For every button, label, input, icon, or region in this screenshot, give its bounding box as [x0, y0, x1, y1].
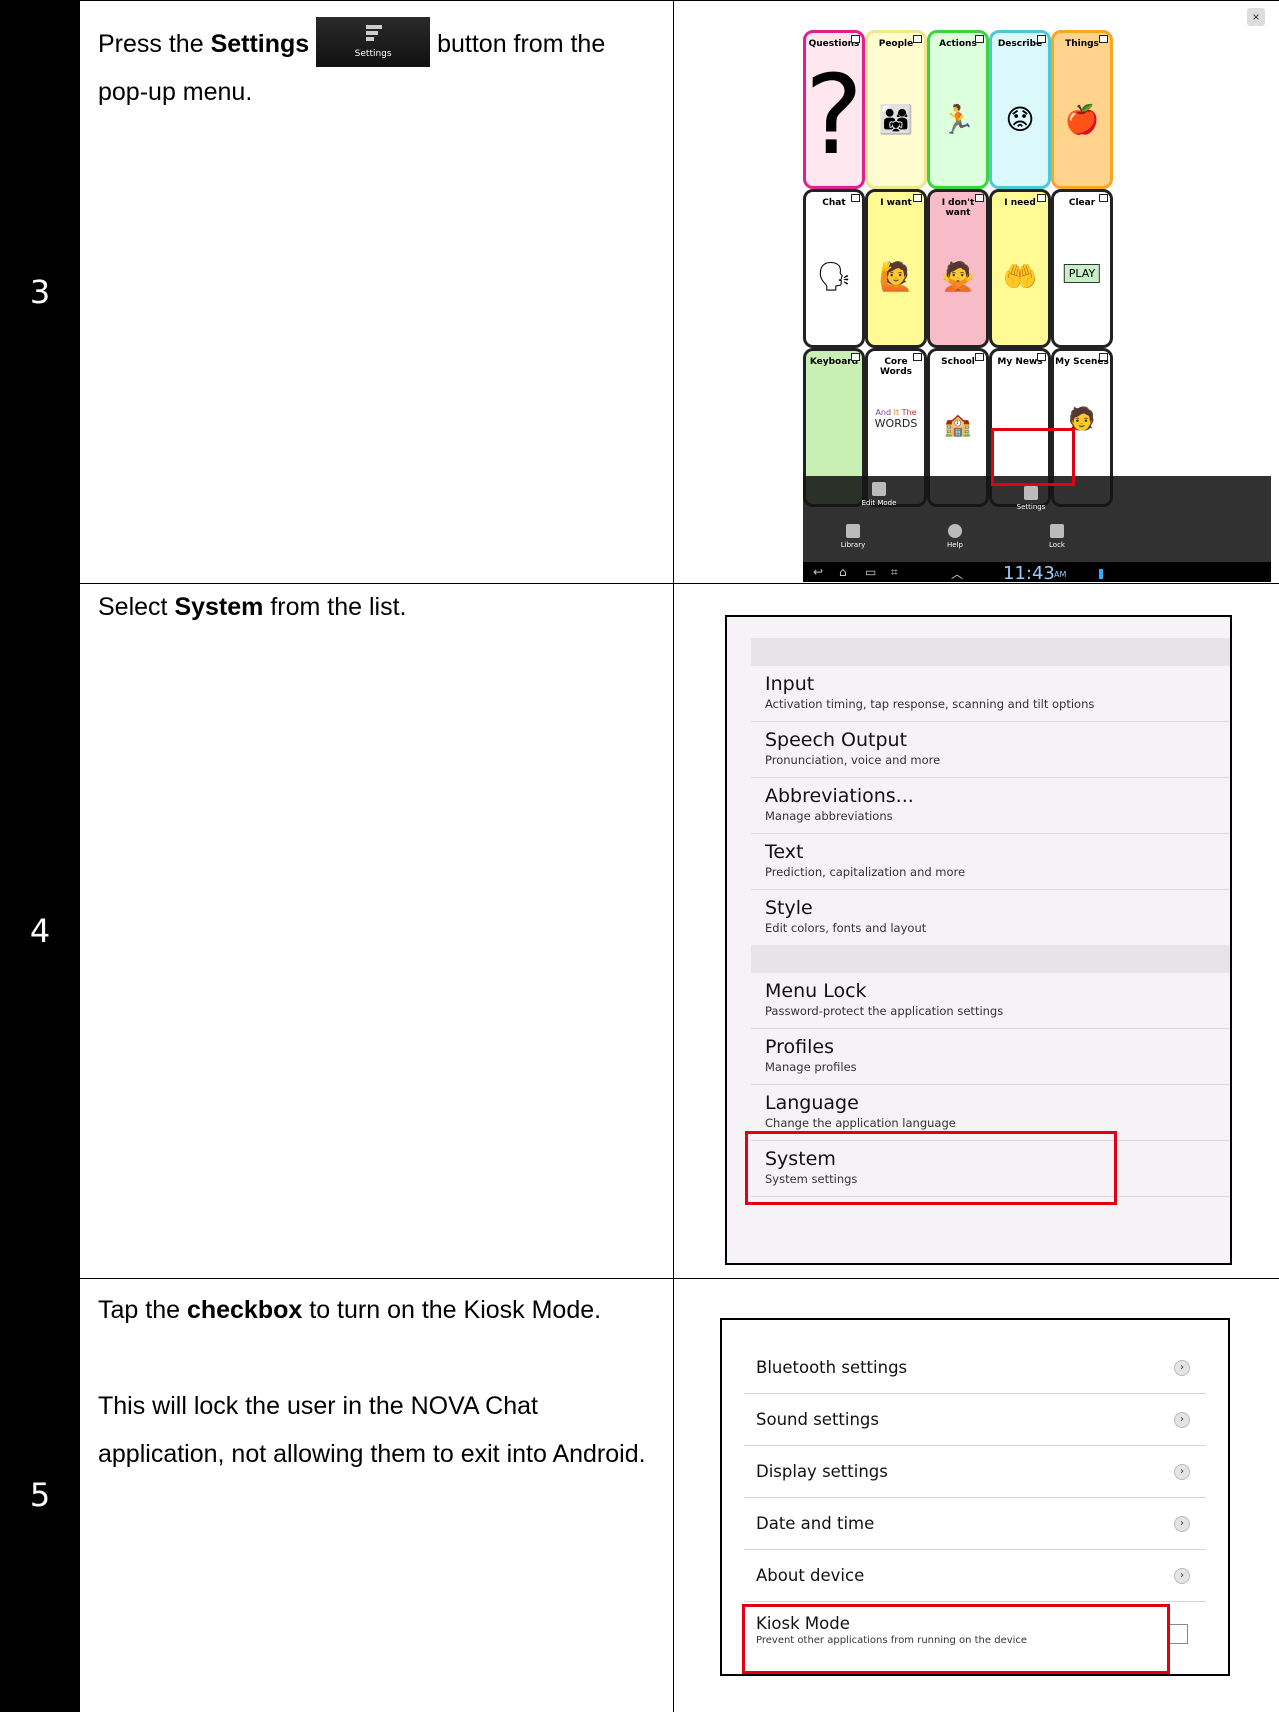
close-icon[interactable]: × — [1247, 8, 1265, 26]
core-words-icon: And It The WORDS — [874, 408, 918, 430]
system-row-bluetooth[interactable]: Bluetooth settings › — [744, 1342, 1206, 1394]
system-row-display[interactable]: Display settings › — [744, 1446, 1206, 1498]
system-row-date-time[interactable]: Date and time › — [744, 1498, 1206, 1550]
cell-actions[interactable]: Actions 🏃 — [927, 30, 989, 189]
section-separator — [751, 945, 1230, 973]
chevron-right-icon: › — [1174, 1516, 1190, 1532]
settings-item-text[interactable]: Text Prediction, capitalization and more — [751, 834, 1230, 890]
chevron-up-icon[interactable]: ︿ — [951, 565, 963, 582]
menu-edit-mode[interactable]: Edit Mode — [849, 482, 909, 507]
step-description: Press the Settings Settings button from … — [80, 0, 674, 583]
cell-i-need[interactable]: I need 🤲 — [989, 189, 1051, 348]
home-icon[interactable]: ⌂ — [839, 565, 847, 579]
desc-text: Press the — [98, 30, 211, 58]
system-settings-list: Bluetooth settings › Sound settings › Disp… — [720, 1318, 1230, 1676]
settings-highlight — [991, 428, 1075, 486]
i-want-icon: 🙋 — [878, 260, 914, 293]
settings-icon — [1024, 486, 1038, 500]
step-row-3: 3 Press the Settings Settings button fro… — [0, 0, 1279, 583]
kiosk-mode-checkbox[interactable] — [1168, 1624, 1188, 1644]
android-nav-bar: ↩ ⌂ ▭ ⌗ ︿ 11:43 AM — [803, 562, 1271, 582]
cell-people[interactable]: People 👨‍👩‍👧 — [865, 30, 927, 189]
chat-icon: 🗣 — [816, 260, 852, 293]
settings-item-speech-output[interactable]: Speech Output Pronunciation, voice and mo… — [751, 722, 1230, 778]
edit-mode-icon — [872, 482, 886, 496]
i-dont-want-icon: 🙅 — [940, 260, 976, 293]
section-separator — [751, 638, 1230, 666]
cell-chat[interactable]: Chat 🗣 — [803, 189, 865, 348]
menu-help[interactable]: Help — [925, 524, 985, 549]
settings-item-menu-lock[interactable]: Menu Lock Password-protect the applicatio… — [751, 973, 1230, 1029]
desc-paragraph-2: This will lock the user in the NOVA Chat… — [98, 1392, 646, 1468]
battery-icon — [1099, 569, 1103, 579]
screenshot-icon[interactable]: ⌗ — [891, 565, 898, 580]
step-row-4: 4 Select System from the list. Input Acti… — [0, 583, 1279, 1278]
menu-library[interactable]: Library — [823, 524, 883, 549]
question-mark-icon: ? — [804, 51, 864, 179]
recent-apps-icon[interactable]: ▭ — [865, 565, 876, 579]
kiosk-highlight — [742, 1604, 1170, 1674]
settings-item-style[interactable]: Style Edit colors, fonts and layout — [751, 890, 1230, 946]
chevron-right-icon: › — [1174, 1412, 1190, 1428]
people-icon: 👨‍👩‍👧 — [878, 103, 914, 136]
cell-i-dont-want[interactable]: I don't want 🙅 — [927, 189, 989, 348]
settings-button-image: Settings — [316, 17, 431, 68]
system-row-sound[interactable]: Sound settings › — [744, 1394, 1206, 1446]
help-icon — [948, 524, 962, 538]
tablet-screen: × Questions? People 👨‍👩‍👧 Actions 🏃 Descri… — [803, 2, 1271, 582]
cell-clear[interactable]: Clear PLAY — [1051, 189, 1113, 348]
settings-item-input[interactable]: Input Activation timing, tap response, sc… — [751, 666, 1230, 722]
step-description: Select System from the list. — [80, 583, 674, 1278]
step-description: Tap the checkbox to turn on the Kiosk Mo… — [80, 1278, 674, 1712]
cell-questions[interactable]: Questions? — [803, 30, 865, 189]
lock-icon — [1050, 524, 1064, 538]
popup-menu: Edit Mode Settings Library Help Lock — [803, 476, 1271, 562]
system-row-about[interactable]: About device › — [744, 1550, 1206, 1602]
chevron-right-icon: › — [1174, 1568, 1190, 1584]
step-number: 5 — [0, 1278, 80, 1712]
tablet-screenshot: × Questions? People 👨‍👩‍👧 Actions 🏃 Descri… — [675, 0, 1279, 583]
settings-list: Input Activation timing, tap response, sc… — [725, 615, 1232, 1265]
menu-settings[interactable]: Settings — [1001, 486, 1061, 511]
i-need-icon: 🤲 — [1002, 260, 1038, 293]
menu-lock[interactable]: Lock — [1027, 524, 1087, 549]
chevron-right-icon: › — [1174, 1464, 1190, 1480]
system-highlight — [745, 1131, 1117, 1205]
settings-item-profiles[interactable]: Profiles Manage profiles — [751, 1029, 1230, 1085]
describe-icon: 😟 — [1005, 103, 1035, 136]
status-clock: 11:43 — [1003, 563, 1055, 582]
system-screenshot: Bluetooth settings › Sound settings › Disp… — [675, 1278, 1279, 1712]
back-icon[interactable]: ↩ — [813, 565, 823, 579]
clear-icon: PLAY — [1063, 264, 1101, 283]
things-icon: 🍎 — [1064, 103, 1100, 136]
school-icon: 🏫 — [944, 413, 972, 438]
cell-things[interactable]: Things 🍎 — [1051, 30, 1113, 189]
chevron-right-icon: › — [1174, 1360, 1190, 1376]
step-number: 3 — [0, 0, 80, 583]
cell-i-want[interactable]: I want 🙋 — [865, 189, 927, 348]
desc-bold: Settings — [210, 30, 310, 58]
step-number: 4 — [0, 583, 80, 1278]
status-ampm: AM — [1054, 570, 1067, 579]
library-icon — [846, 524, 860, 538]
actions-icon: 🏃 — [940, 103, 976, 136]
settings-item-abbreviations[interactable]: Abbreviations... Manage abbreviations — [751, 778, 1230, 834]
settings-screenshot: Input Activation timing, tap response, sc… — [675, 583, 1279, 1278]
step-row-5: 5 Tap the checkbox to turn on the Kiosk … — [0, 1278, 1279, 1712]
cell-describe[interactable]: Describe 😟 — [989, 30, 1051, 189]
